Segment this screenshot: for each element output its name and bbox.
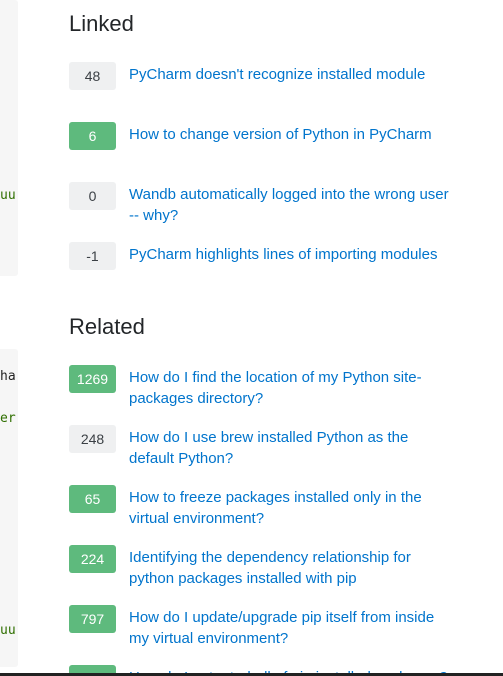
question-link[interactable]: Identifying the dependency relationship … bbox=[129, 547, 449, 589]
score-badge-accepted[interactable]: 6 bbox=[69, 122, 116, 150]
code-text: er bbox=[0, 411, 16, 426]
score-badge[interactable]: -1 bbox=[69, 242, 116, 270]
question-link[interactable]: How do I use brew installed Python as th… bbox=[129, 427, 449, 469]
score-badge-accepted[interactable]: 65 bbox=[69, 485, 116, 513]
code-text: uu bbox=[0, 623, 16, 638]
question-link[interactable]: How do I find the location of my Python … bbox=[129, 367, 449, 409]
question-link[interactable]: How to change version of Python in PyCha… bbox=[129, 124, 449, 145]
question-link[interactable]: PyCharm doesn't recognize installed modu… bbox=[129, 64, 449, 85]
question-link[interactable]: How do I update/upgrade pip itself from … bbox=[129, 607, 449, 649]
question-link[interactable]: PyCharm highlights lines of importing mo… bbox=[129, 244, 449, 265]
score-badge[interactable]: 0 bbox=[69, 182, 116, 210]
score-badge[interactable]: 48 bbox=[69, 62, 116, 90]
score-badge[interactable]: 248 bbox=[69, 425, 116, 453]
page: uu ha er uu Linked 48 PyCharm doesn't rec… bbox=[0, 0, 503, 676]
question-link[interactable]: Wandb automatically logged into the wron… bbox=[129, 184, 449, 226]
score-badge-accepted[interactable]: 797 bbox=[69, 605, 116, 633]
code-block-fragment: ha er uu bbox=[0, 349, 18, 667]
score-badge-accepted[interactable]: 1269 bbox=[69, 365, 116, 393]
related-heading: Related bbox=[69, 314, 145, 339]
code-text: ha bbox=[0, 369, 16, 384]
code-text: uu bbox=[0, 188, 16, 203]
linked-heading: Linked bbox=[69, 11, 134, 36]
score-badge-accepted[interactable]: 224 bbox=[69, 545, 116, 573]
question-link[interactable]: How to freeze packages installed only in… bbox=[129, 487, 449, 529]
code-block-fragment: uu bbox=[0, 0, 18, 276]
